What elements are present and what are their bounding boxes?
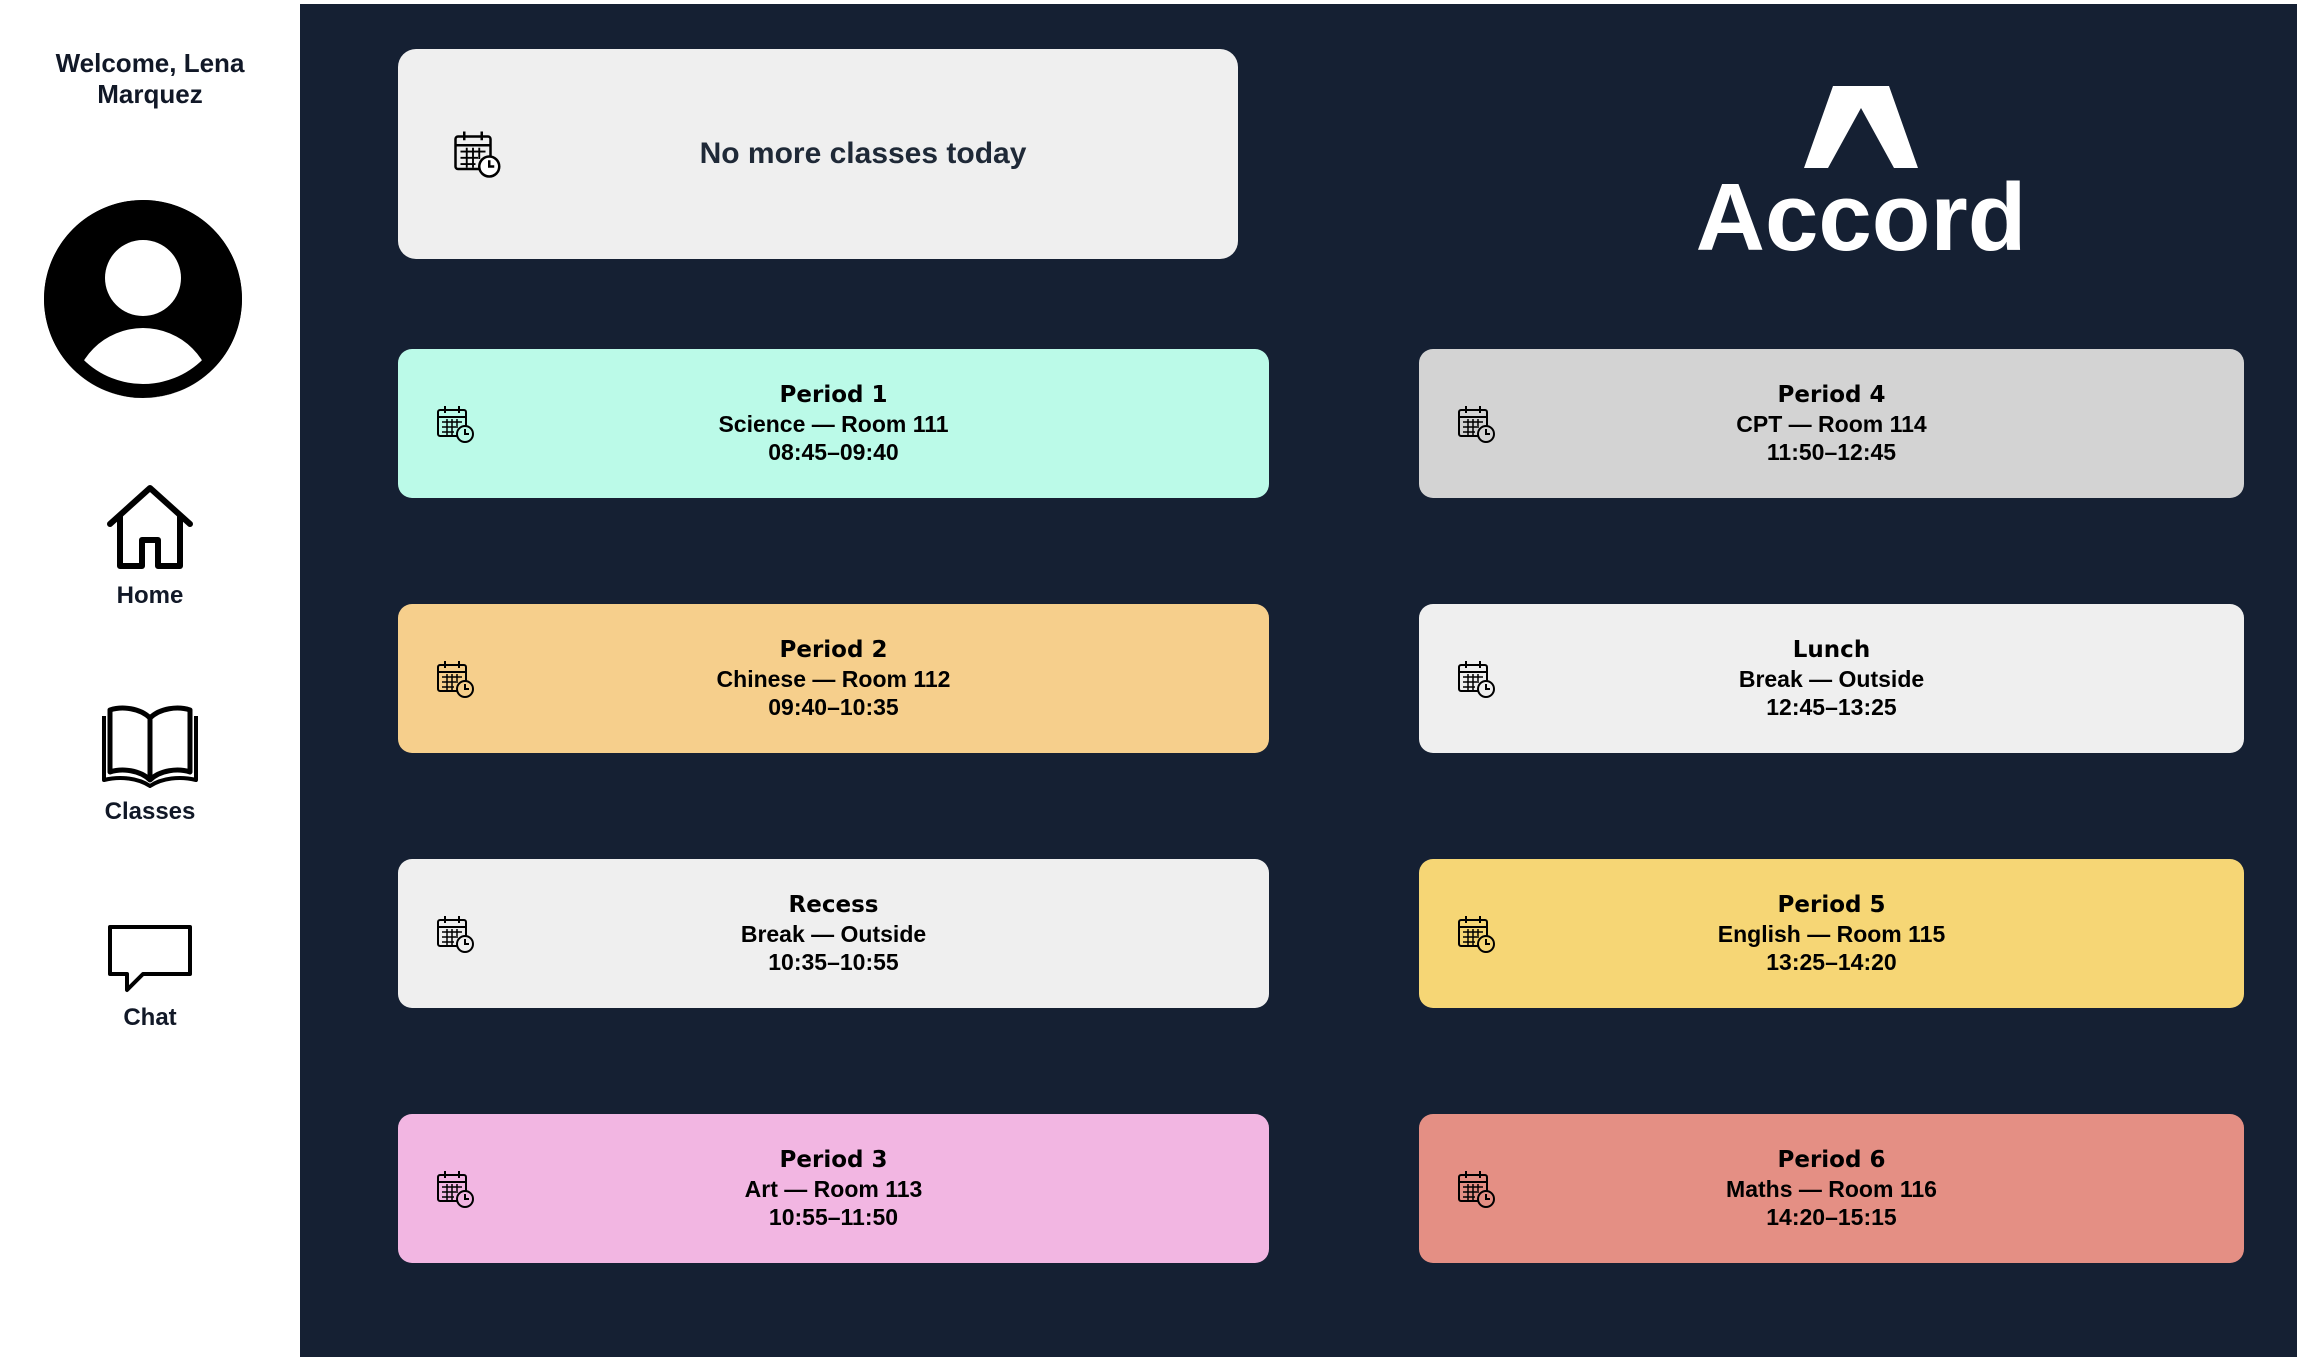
welcome-message: Welcome, Lena Marquez	[0, 48, 300, 110]
schedule-card-text: Period 1 Science — Room 111 08:45–09:40	[718, 381, 948, 466]
home-icon	[107, 485, 193, 569]
schedule-card-text: Period 4 CPT — Room 114 11:50–12:45	[1736, 381, 1926, 466]
chat-bubble-icon	[108, 925, 192, 992]
schedule-card-subject: English — Room 115	[1717, 921, 1946, 947]
schedule-card-subject: Break — Outside	[1738, 666, 1925, 692]
schedule-card-subject: Break — Outside	[740, 921, 927, 947]
calendar-clock-icon	[1458, 405, 1495, 443]
calendar-clock-icon	[437, 405, 474, 443]
nav-home-label: Home	[116, 582, 184, 609]
nav-classes-label: Classes	[104, 798, 196, 825]
banner-text: No more classes today	[699, 137, 1027, 170]
schedule-card[interactable]: Lunch Break — Outside 12:45–13:25	[1419, 604, 2244, 753]
schedule-card-time: 10:55–11:50	[768, 1204, 899, 1230]
schedule-card[interactable]: Period 2 Chinese — Room 112 09:40–10:35	[398, 604, 1269, 753]
schedule-card-time: 14:20–15:15	[1766, 1204, 1897, 1230]
schedule-card-subject: Chinese — Room 112	[716, 666, 951, 692]
schedule-card-title: Period 5	[1777, 892, 1886, 918]
schedule-card[interactable]: Period 4 CPT — Room 114 11:50–12:45	[1419, 349, 2244, 498]
schedule-card-text: Recess Break — Outside 10:35–10:55	[741, 891, 926, 976]
schedule-card[interactable]: Period 3 Art — Room 113 10:55–11:50	[398, 1114, 1269, 1263]
user-avatar-icon	[44, 200, 242, 398]
schedule-card-title: Period 3	[779, 1147, 888, 1173]
accord-logo: Accord	[1696, 86, 2027, 260]
calendar-clock-icon	[1458, 660, 1495, 698]
schedule-card-time: 13:25–14:20	[1766, 949, 1897, 975]
avatar[interactable]	[44, 200, 242, 398]
schedule-card-title: Period 1	[779, 382, 888, 408]
schedule-card-title: Period 2	[779, 637, 888, 663]
schedule-card[interactable]: Period 5 English — Room 115 13:25–14:20	[1419, 859, 2244, 1008]
schedule-card-time: 12:45–13:25	[1766, 694, 1897, 720]
schedule-card-subject: Maths — Room 116	[1726, 1176, 1937, 1202]
schedule-card-text: Period 3 Art — Room 113 10:55–11:50	[745, 1146, 923, 1231]
schedule-card-subject: Art — Room 113	[744, 1176, 923, 1202]
nav-classes[interactable]: Classes	[0, 700, 300, 826]
schedule-card-title: Period 6	[1777, 1147, 1886, 1173]
nav-chat[interactable]: Chat	[0, 922, 300, 1032]
calendar-clock-icon	[437, 1170, 474, 1208]
nav-chat-label: Chat	[123, 1004, 177, 1031]
schedule-card-title: Recess	[788, 892, 879, 918]
book-icon	[102, 705, 198, 788]
calendar-clock-icon	[437, 915, 474, 953]
welcome-line-2: Marquez	[97, 79, 203, 109]
welcome-line-1: Welcome, Lena	[55, 48, 245, 78]
calendar-clock-icon	[1458, 915, 1495, 953]
schedule-card[interactable]: Period 6 Maths — Room 116 14:20–15:15	[1419, 1114, 2244, 1263]
calendar-clock-icon	[437, 660, 474, 698]
schedule-card-title: Lunch	[1792, 637, 1871, 663]
schedule-card-text: Period 6 Maths — Room 116 14:20–15:15	[1726, 1146, 1937, 1231]
schedule-card[interactable]: Recess Break — Outside 10:35–10:55	[398, 859, 1269, 1008]
sidebar: Welcome, Lena Marquez Home Classes Chat	[0, 0, 300, 1357]
schedule-card-time: 08:45–09:40	[768, 439, 899, 465]
no-classes-banner: No more classes today	[398, 49, 1238, 259]
schedule-card[interactable]: Period 1 Science — Room 111 08:45–09:40	[398, 349, 1269, 498]
logo-text: Accord	[1696, 164, 2027, 260]
schedule-card-time: 09:40–10:35	[768, 694, 899, 720]
schedule-card-subject: CPT — Room 114	[1736, 411, 1927, 437]
schedule-card-time: 10:35–10:55	[768, 949, 899, 975]
schedule-card-title: Period 4	[1777, 382, 1886, 408]
schedule-card-text: Lunch Break — Outside 12:45–13:25	[1739, 636, 1924, 721]
schedule-card-text: Period 2 Chinese — Room 112 09:40–10:35	[717, 636, 951, 721]
schedule-card-text: Period 5 English — Room 115 13:25–14:20	[1718, 891, 1946, 976]
nav-home[interactable]: Home	[0, 482, 300, 610]
calendar-clock-icon	[1458, 1170, 1495, 1208]
schedule-card-time: 11:50–12:45	[1766, 439, 1897, 465]
schedule-card-subject: Science — Room 111	[718, 411, 949, 437]
